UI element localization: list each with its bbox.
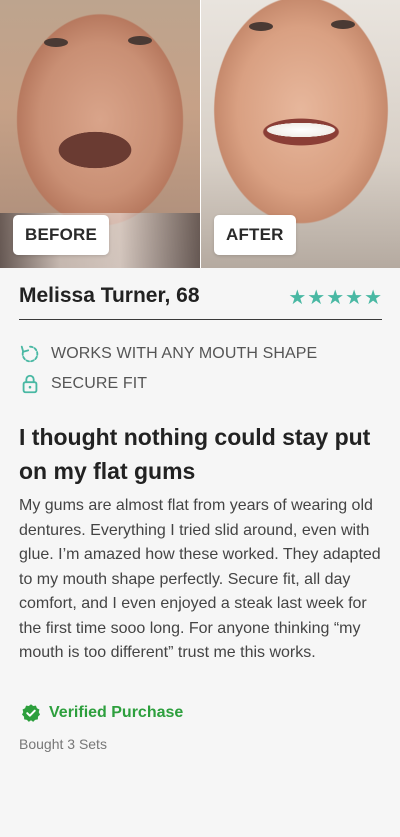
refresh-icon — [20, 345, 39, 363]
star-icon: ★ — [345, 285, 364, 309]
feature-secure-fit: SECURE FIT — [19, 373, 147, 395]
feature-label: WORKS WITH ANY MOUTH SHAPE — [51, 345, 318, 362]
after-eye-right — [331, 20, 355, 29]
before-photo: BEFORE — [0, 0, 200, 268]
after-label: AFTER — [214, 215, 296, 255]
star-icon: ★ — [288, 285, 307, 309]
verified-check-icon — [22, 704, 40, 722]
star-icon: ★ — [326, 285, 345, 309]
reviewer-name: Melissa Turner, 68 — [19, 284, 200, 307]
star-icon: ★ — [364, 285, 382, 309]
feature-label: SECURE FIT — [51, 375, 148, 392]
feature-any-mouth-shape: WORKS WITH ANY MOUTH SHAPE — [19, 343, 317, 365]
star-icon: ★ — [307, 285, 326, 309]
before-eye-right — [128, 36, 152, 45]
verified-purchase-badge: Verified Purchase — [21, 703, 183, 723]
before-after-photos: BEFORE AFTER — [0, 0, 400, 268]
review-headline: I thought nothing could stay put on my f… — [19, 424, 371, 484]
review-body: My gums are almost flat from years of we… — [19, 497, 381, 661]
after-eye-left — [249, 22, 273, 31]
review-card: BEFORE AFTER Melissa Turner, 68 ★ ★ ★ ★ … — [0, 0, 400, 837]
before-eye-left — [44, 38, 68, 47]
bought-sets-text: Bought 3 Sets — [19, 736, 107, 752]
after-photo: AFTER — [200, 0, 400, 268]
verified-label: Verified Purchase — [49, 704, 184, 721]
lock-icon — [22, 374, 38, 394]
before-label: BEFORE — [13, 215, 110, 255]
review-header: Melissa Turner, 68 ★ ★ ★ ★ ★ — [19, 284, 382, 320]
star-rating: ★ ★ ★ ★ ★ — [288, 286, 382, 308]
